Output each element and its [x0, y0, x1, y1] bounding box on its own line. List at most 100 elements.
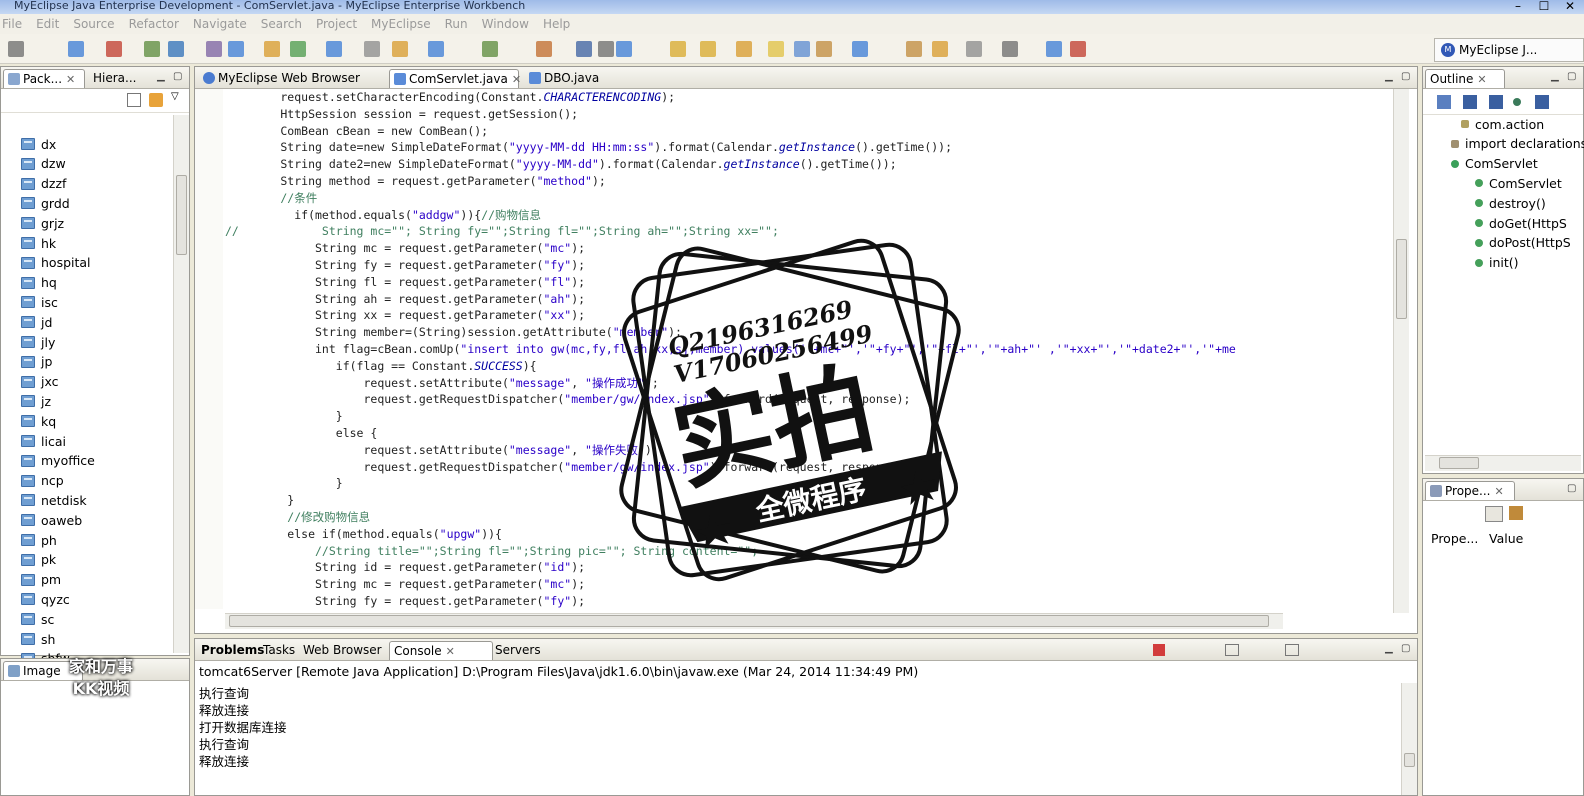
- toolbar-icon[interactable]: [1002, 41, 1018, 57]
- package-item[interactable]: ncp: [11, 472, 161, 490]
- package-item[interactable]: pk: [11, 551, 161, 569]
- menu-project[interactable]: Project: [316, 17, 357, 31]
- toolbar-icon[interactable]: [482, 41, 498, 57]
- outline-item[interactable]: import declarations: [1451, 135, 1584, 153]
- maximize-icon[interactable]: ▢: [1567, 71, 1576, 82]
- package-item[interactable]: jp: [11, 353, 161, 371]
- code-area[interactable]: request.setCharacterEncoding(Constant.CH…: [225, 89, 1393, 609]
- close-icon[interactable]: ✕: [512, 73, 521, 86]
- toolbar-icon[interactable]: [736, 41, 752, 57]
- display-console-icon[interactable]: [1285, 644, 1299, 656]
- toolbar-icon[interactable]: [536, 41, 552, 57]
- tab-hierarchy[interactable]: Hiera...: [89, 69, 149, 88]
- package-item[interactable]: hq: [11, 274, 161, 292]
- package-item[interactable]: sc: [11, 610, 161, 628]
- tab-servers[interactable]: Servers: [491, 641, 541, 660]
- tab-tasks[interactable]: Tasks: [259, 641, 297, 660]
- package-item[interactable]: pm: [11, 571, 161, 589]
- toolbar-icon[interactable]: [168, 41, 184, 57]
- package-item[interactable]: kq: [11, 412, 161, 430]
- toolbar-icon[interactable]: [906, 41, 922, 57]
- explorer-scrollbar[interactable]: [173, 115, 189, 653]
- toolbar-icon[interactable]: [326, 41, 342, 57]
- toolbar-icon[interactable]: [428, 41, 444, 57]
- toolbar-icon[interactable]: [364, 41, 380, 57]
- toolbar-icon[interactable]: [228, 41, 244, 57]
- toolbar-icon[interactable]: [106, 41, 122, 57]
- package-item[interactable]: hospital: [11, 254, 161, 272]
- toolbar-icon[interactable]: [616, 41, 632, 57]
- minimize-icon[interactable]: ▁: [1385, 643, 1393, 654]
- package-item[interactable]: dx: [11, 135, 161, 153]
- editor-vscroll[interactable]: [1393, 89, 1409, 613]
- toolbar-icon[interactable]: [794, 41, 810, 57]
- menu-help[interactable]: Help: [543, 17, 570, 31]
- menu-refactor[interactable]: Refactor: [129, 17, 179, 31]
- package-item[interactable]: ph: [11, 531, 161, 549]
- toolbar-icon[interactable]: [852, 41, 868, 57]
- scroll-thumb[interactable]: [229, 615, 1269, 627]
- tab-package-explorer[interactable]: Pack... ✕: [3, 69, 85, 88]
- menu-edit[interactable]: Edit: [36, 17, 59, 31]
- link-editor-icon[interactable]: [149, 93, 163, 107]
- tab-web-browser[interactable]: Web Browser: [299, 641, 387, 660]
- editor-hscroll[interactable]: [225, 613, 1283, 629]
- package-item[interactable]: jz: [11, 392, 161, 410]
- hide-nonpublic-icon[interactable]: [1513, 98, 1521, 106]
- menu-myeclipse[interactable]: MyEclipse: [371, 17, 431, 31]
- outline-item[interactable]: ComServlet: [1451, 155, 1538, 173]
- package-item[interactable]: myoffice: [11, 452, 161, 470]
- toolbar-icon[interactable]: [932, 41, 948, 57]
- toolbar-icon[interactable]: [290, 41, 306, 57]
- toolbar-icon[interactable]: [144, 41, 160, 57]
- package-item[interactable]: dzw: [11, 155, 161, 173]
- maximize-icon[interactable]: ☐: [1536, 0, 1552, 13]
- package-item[interactable]: qyzc: [11, 590, 161, 608]
- package-item[interactable]: isc: [11, 293, 161, 311]
- categories-icon[interactable]: [1485, 506, 1503, 522]
- toolbar-icon[interactable]: [598, 41, 614, 57]
- toolbar-icon[interactable]: [8, 41, 24, 57]
- close-icon[interactable]: ✕: [446, 645, 455, 658]
- toolbar-icon[interactable]: [264, 41, 280, 57]
- scroll-thumb[interactable]: [1404, 753, 1415, 767]
- close-icon[interactable]: ✕: [1477, 73, 1486, 86]
- scroll-thumb[interactable]: [1439, 457, 1479, 469]
- minimize-icon[interactable]: –: [1510, 0, 1526, 13]
- toolbar-icon[interactable]: [768, 41, 784, 57]
- tab-dbo[interactable]: DBO.java: [525, 69, 635, 88]
- menu-search[interactable]: Search: [261, 17, 302, 31]
- sort-icon[interactable]: [1437, 95, 1451, 109]
- menu-file[interactable]: File: [2, 17, 22, 31]
- minimize-icon[interactable]: ▁: [1551, 71, 1559, 82]
- tab-outline[interactable]: Outline ✕: [1425, 69, 1505, 88]
- package-item[interactable]: jxc: [11, 373, 161, 391]
- hide-fields-icon[interactable]: [1463, 95, 1477, 109]
- outline-hscroll[interactable]: [1425, 455, 1581, 471]
- package-item[interactable]: jly: [11, 333, 161, 351]
- toolbar-icon[interactable]: [700, 41, 716, 57]
- minimize-icon[interactable]: ▁: [1385, 71, 1393, 82]
- package-item[interactable]: grdd: [11, 194, 161, 212]
- package-item[interactable]: licai: [11, 432, 161, 450]
- package-item[interactable]: hk: [11, 234, 161, 252]
- outline-item[interactable]: ComServlet: [1475, 174, 1562, 192]
- terminate-icon[interactable]: [1153, 644, 1165, 656]
- tab-comservlet[interactable]: ComServlet.java ✕: [389, 69, 521, 88]
- package-item[interactable]: oaweb: [11, 511, 161, 529]
- package-item[interactable]: netdisk: [11, 491, 161, 509]
- menu-source[interactable]: Source: [73, 17, 114, 31]
- toolbar-icon[interactable]: [68, 41, 84, 57]
- view-menu-icon[interactable]: ▽: [171, 91, 179, 102]
- package-item[interactable]: sh: [11, 630, 161, 648]
- perspective-button[interactable]: M MyEclipse J...: [1434, 38, 1584, 62]
- toolbar-icon[interactable]: [1046, 41, 1062, 57]
- toolbar-icon[interactable]: [392, 41, 408, 57]
- collapse-all-icon[interactable]: [127, 93, 141, 107]
- outline-item[interactable]: doPost(HttpS: [1475, 234, 1571, 252]
- package-item[interactable]: jd: [11, 313, 161, 331]
- toolbar-icon[interactable]: [576, 41, 592, 57]
- minimize-icon[interactable]: ▁: [157, 71, 165, 82]
- package-item[interactable]: grjz: [11, 214, 161, 232]
- toolbar-icon[interactable]: [206, 41, 222, 57]
